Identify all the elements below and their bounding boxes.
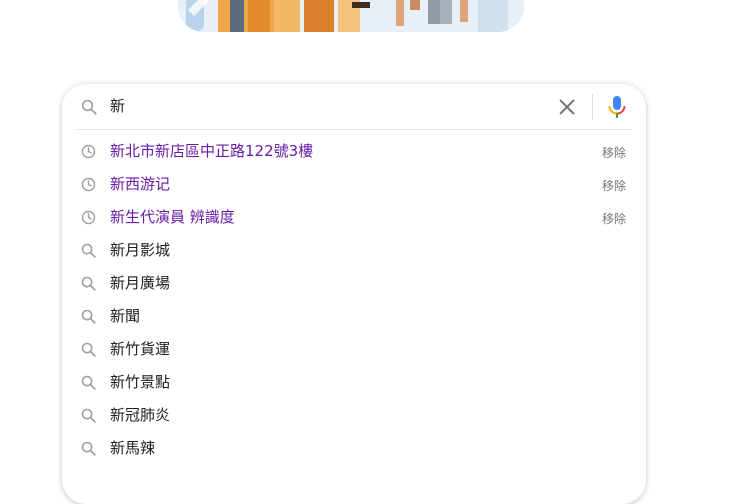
history-clock-icon	[80, 143, 97, 160]
history-clock-icon	[80, 209, 97, 226]
search-suggestion[interactable]: 新冠肺炎	[62, 399, 646, 432]
search-icon	[80, 341, 97, 358]
search-icon	[80, 98, 98, 116]
suggestion-text: 新竹景點	[110, 373, 171, 391]
suggestion-text: 新竹貨運	[110, 340, 171, 358]
search-input[interactable]: 新	[110, 96, 125, 116]
search-suggestion[interactable]: 新聞	[62, 300, 646, 333]
suggestion-list: 新北市新店區中正路122號3樓 移除 新西游记 移除 新生代演員 辨識度 移除 新月影城 新月…	[62, 135, 646, 465]
search-suggestion[interactable]: 新竹景點	[62, 366, 646, 399]
search-suggestion[interactable]: 新月廣場	[62, 267, 646, 300]
search-suggestion[interactable]: 新馬辣	[62, 432, 646, 465]
history-suggestion[interactable]: 新生代演員 辨識度 移除	[62, 201, 646, 234]
divider	[592, 94, 593, 120]
suggestion-text: 新北市新店區中正路122號3樓	[110, 142, 314, 160]
search-icon	[80, 242, 97, 259]
doodle-illustration	[178, 0, 524, 32]
search-suggestion[interactable]: 新竹貨運	[62, 333, 646, 366]
remove-button[interactable]: 移除	[602, 210, 626, 227]
search-icon	[80, 275, 97, 292]
suggestion-text: 新冠肺炎	[110, 406, 171, 424]
remove-button[interactable]: 移除	[602, 144, 626, 161]
doodle-banner[interactable]	[178, 0, 524, 32]
close-icon[interactable]	[556, 96, 578, 118]
suggestion-text: 新馬辣	[110, 439, 156, 457]
search-icon	[80, 407, 97, 424]
search-icon	[80, 440, 97, 457]
suggestion-text: 新月影城	[110, 241, 171, 259]
history-clock-icon	[80, 176, 97, 193]
search-box: 新 新北市新店區中正路122號3樓 移除 新西游记 移除 新生代演員 辨識度 移除 新月影城…	[62, 84, 646, 504]
microphone-icon[interactable]	[607, 95, 627, 119]
history-suggestion[interactable]: 新北市新店區中正路122號3樓 移除	[62, 135, 646, 168]
search-suggestion[interactable]: 新月影城	[62, 234, 646, 267]
history-suggestion[interactable]: 新西游记 移除	[62, 168, 646, 201]
search-icon	[80, 374, 97, 391]
suggestion-text: 新生代演員 辨識度	[110, 208, 235, 226]
search-input-row[interactable]: 新	[62, 84, 646, 129]
suggestion-text: 新月廣場	[110, 274, 171, 292]
suggestion-text: 新西游记	[110, 175, 171, 193]
suggestion-text: 新聞	[110, 307, 141, 325]
separator	[76, 129, 632, 130]
search-icon	[80, 308, 97, 325]
remove-button[interactable]: 移除	[602, 177, 626, 194]
